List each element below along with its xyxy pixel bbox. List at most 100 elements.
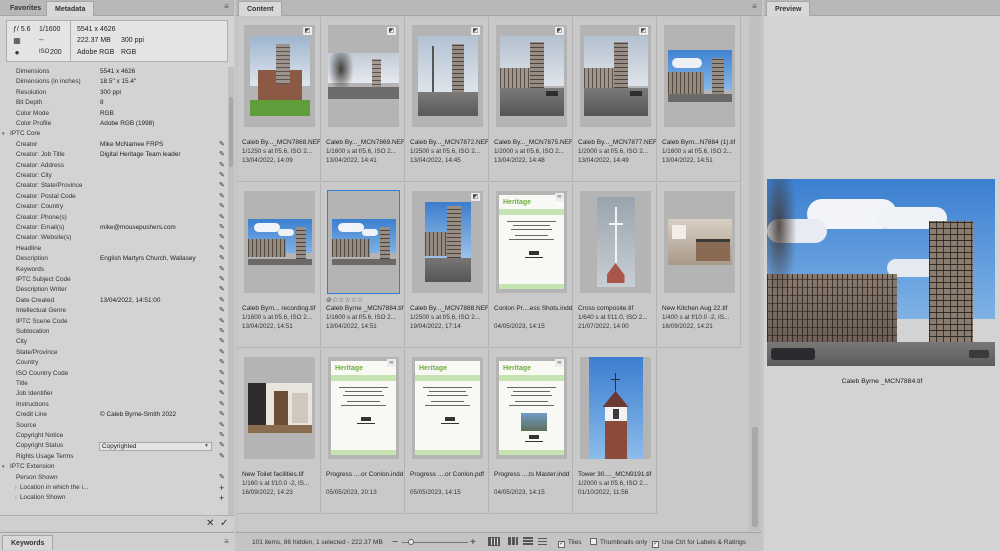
zoom-in-icon[interactable]: + (470, 533, 476, 551)
use-ctrl-checkbox[interactable]: ✓ Use Ctrl for Labels & Ratings (652, 533, 746, 551)
content-item[interactable]: ◩ Caleb By..._MCN7868.NEF 1/1250 s at f/5.… (238, 17, 321, 182)
thumbnail-frame[interactable] (580, 191, 651, 293)
panel-menu-icon[interactable]: ≡ (751, 3, 758, 11)
edit-pencil-icon[interactable]: ✎ (219, 213, 225, 223)
tiles-checkbox[interactable]: ✓ Tiles (558, 533, 581, 551)
content-scrollbar[interactable] (750, 17, 760, 531)
content-item[interactable]: Caleb Byrn...N7884 (1).tif 1/1600 s at f/… (658, 17, 741, 182)
preview-image[interactable] (767, 179, 995, 366)
thumbnail-frame[interactable] (244, 191, 315, 293)
tab-preview[interactable]: Preview (766, 1, 811, 16)
edit-pencil-icon[interactable]: ✎ (219, 285, 225, 295)
edit-pencil-icon[interactable]: ✎ (219, 327, 225, 337)
thumbnail-frame[interactable]: ◩ (412, 25, 483, 127)
thumbnail-frame[interactable] (244, 357, 315, 459)
edit-pencil-icon[interactable]: ✎ (219, 358, 225, 368)
view-list-icon[interactable] (523, 533, 533, 551)
edit-pencil-icon[interactable]: ✎ (219, 400, 225, 410)
thumbnail-frame[interactable] (664, 191, 735, 293)
edit-pencil-icon[interactable]: ✎ (219, 296, 225, 306)
content-item[interactable]: Cross composite.tif 1/640 s at f/11.0, IS… (574, 183, 657, 348)
add-icon[interactable]: + (219, 493, 224, 503)
content-item[interactable]: Heritage ∞ Conlon Pr....ess Shots.indd 04/0… (490, 183, 573, 348)
thumbnail-frame[interactable]: Heritage (412, 357, 483, 459)
zoom-out-icon[interactable]: − (392, 533, 398, 551)
edit-pencil-icon[interactable]: ✎ (219, 431, 225, 441)
section-collapse-icon[interactable]: ▾ (2, 129, 5, 139)
copyright-status-select[interactable]: Copyrighted ▼ (99, 442, 212, 451)
thumbnail-frame[interactable] (580, 357, 651, 459)
panel-menu-icon[interactable]: ≡ (223, 538, 230, 546)
edit-pencil-icon[interactable]: ✎ (219, 337, 225, 347)
tab-keywords[interactable]: Keywords (2, 535, 54, 550)
add-icon[interactable]: + (219, 483, 224, 493)
thumbnail-size-slider[interactable] (402, 533, 468, 551)
metadata-scroll-thumb[interactable] (229, 97, 233, 167)
thumbnail-frame[interactable]: Heritage ∞ (496, 357, 567, 459)
edit-pencil-icon[interactable]: ✎ (219, 473, 225, 483)
edit-pencil-icon[interactable]: ✎ (219, 410, 225, 420)
content-item[interactable]: Heritage ∞ Progress ....or Conlon.indd 05/0… (322, 349, 405, 514)
metadata-value[interactable]: 13/04/2022, 14:51:00 (100, 296, 160, 306)
metadata-value[interactable]: mike@mousepushers.com (100, 223, 176, 233)
content-item[interactable]: ◩ Caleb By..._MCN7877.NEF 1/2000 s at f/5.… (574, 17, 657, 182)
content-item[interactable]: ◩ Caleb By..._MCN7869.NEF 1/1600 s at f/5.… (322, 17, 405, 182)
thumbnail-frame[interactable] (327, 190, 400, 294)
view-grid-icon[interactable] (488, 533, 500, 551)
content-item[interactable]: ◩ Caleb By..._MCN7875.NEF 1/2000 s at f/5.… (490, 17, 573, 182)
edit-pencil-icon[interactable]: ✎ (219, 265, 225, 275)
section-collapse-icon[interactable]: ▾ (2, 462, 5, 472)
expand-icon[interactable]: › (15, 493, 17, 503)
edit-pencil-icon[interactable]: ✎ (219, 140, 225, 150)
metadata-section-header[interactable]: ▾ IPTC Extension (0, 462, 228, 472)
edit-pencil-icon[interactable]: ✎ (219, 306, 225, 316)
view-details-icon[interactable] (508, 533, 518, 551)
thumbnail-frame[interactable]: ◩ (244, 25, 315, 127)
edit-pencil-icon[interactable]: ✎ (219, 254, 225, 264)
edit-pencil-icon[interactable]: ✎ (219, 275, 225, 285)
edit-pencil-icon[interactable]: ✎ (219, 452, 225, 462)
content-item[interactable]: Heritage ∞ Progress ....ts Master.indd 04/0… (490, 349, 573, 514)
metadata-value[interactable]: Digital Heritage Team leader (100, 150, 181, 160)
thumbnail-frame[interactable]: Heritage ∞ (328, 357, 399, 459)
edit-pencil-icon[interactable]: ✎ (219, 389, 225, 399)
edit-pencil-icon[interactable]: ✎ (219, 421, 225, 431)
thumbnail-frame[interactable]: ◩ (580, 25, 651, 127)
edit-pencil-icon[interactable]: ✎ (219, 233, 225, 243)
view-compact-icon[interactable] (538, 533, 547, 551)
edit-pencil-icon[interactable]: ✎ (219, 192, 225, 202)
tab-metadata[interactable]: Metadata (46, 1, 95, 16)
content-item[interactable]: ◩ Caleb By..._MCN7872.NEF 1/2500 s at f/5.… (406, 17, 489, 182)
thumbnail-frame[interactable] (664, 25, 735, 127)
edit-pencil-icon[interactable]: ✎ (219, 348, 225, 358)
edit-pencil-icon[interactable]: ✎ (219, 181, 225, 191)
content-item[interactable]: Tower 30...._MCN9191.tif 1/2000 s at f/5.… (574, 349, 657, 514)
edit-pencil-icon[interactable]: ✎ (219, 150, 225, 160)
thumbnail-frame[interactable]: ◩ (412, 191, 483, 293)
edit-pencil-icon[interactable]: ✎ (219, 369, 225, 379)
panel-menu-icon[interactable]: ≡ (223, 3, 230, 11)
edit-pencil-icon[interactable]: ✎ (219, 161, 225, 171)
expand-icon[interactable]: › (15, 483, 17, 493)
thumbnail-frame[interactable]: ◩ (328, 25, 399, 127)
metadata-value[interactable]: Mike McNamee FRPS (100, 140, 163, 150)
cancel-icon[interactable]: ✕ (206, 518, 214, 530)
content-item[interactable]: ◩ Caleb By..._MCN7888.NEF 1/2500 s at f/5.… (406, 183, 489, 348)
apply-icon[interactable]: ✓ (220, 518, 228, 530)
edit-pencil-icon[interactable]: ✎ (219, 379, 225, 389)
content-item[interactable]: ⊘☆☆☆☆☆ Caleb Byrne _MCN7884.tif 1/1600 s a… (322, 183, 405, 348)
slider-handle[interactable] (408, 539, 414, 545)
content-item[interactable]: Heritage Progress ....or Conlon.pdf 05/05/… (406, 349, 489, 514)
edit-pencil-icon[interactable]: ✎ (219, 317, 225, 327)
edit-pencil-icon[interactable]: ✎ (219, 171, 225, 181)
tab-content[interactable]: Content (238, 1, 283, 16)
metadata-section-header[interactable]: ▾ IPTC Core (0, 129, 228, 139)
metadata-scrollbar[interactable] (228, 67, 234, 515)
content-scroll-thumb[interactable] (752, 427, 758, 527)
edit-pencil-icon[interactable]: ✎ (219, 202, 225, 212)
edit-pencil-icon[interactable]: ✎ (219, 223, 225, 233)
content-item[interactable]: New Toilet facilities.tif 1/160 s at f/10… (238, 349, 321, 514)
edit-pencil-icon[interactable]: ✎ (219, 244, 225, 254)
thumbnail-frame[interactable]: Heritage ∞ (496, 191, 567, 293)
content-item[interactable]: Caleb Byrn... recording.tif 1/1600 s at f… (238, 183, 321, 348)
